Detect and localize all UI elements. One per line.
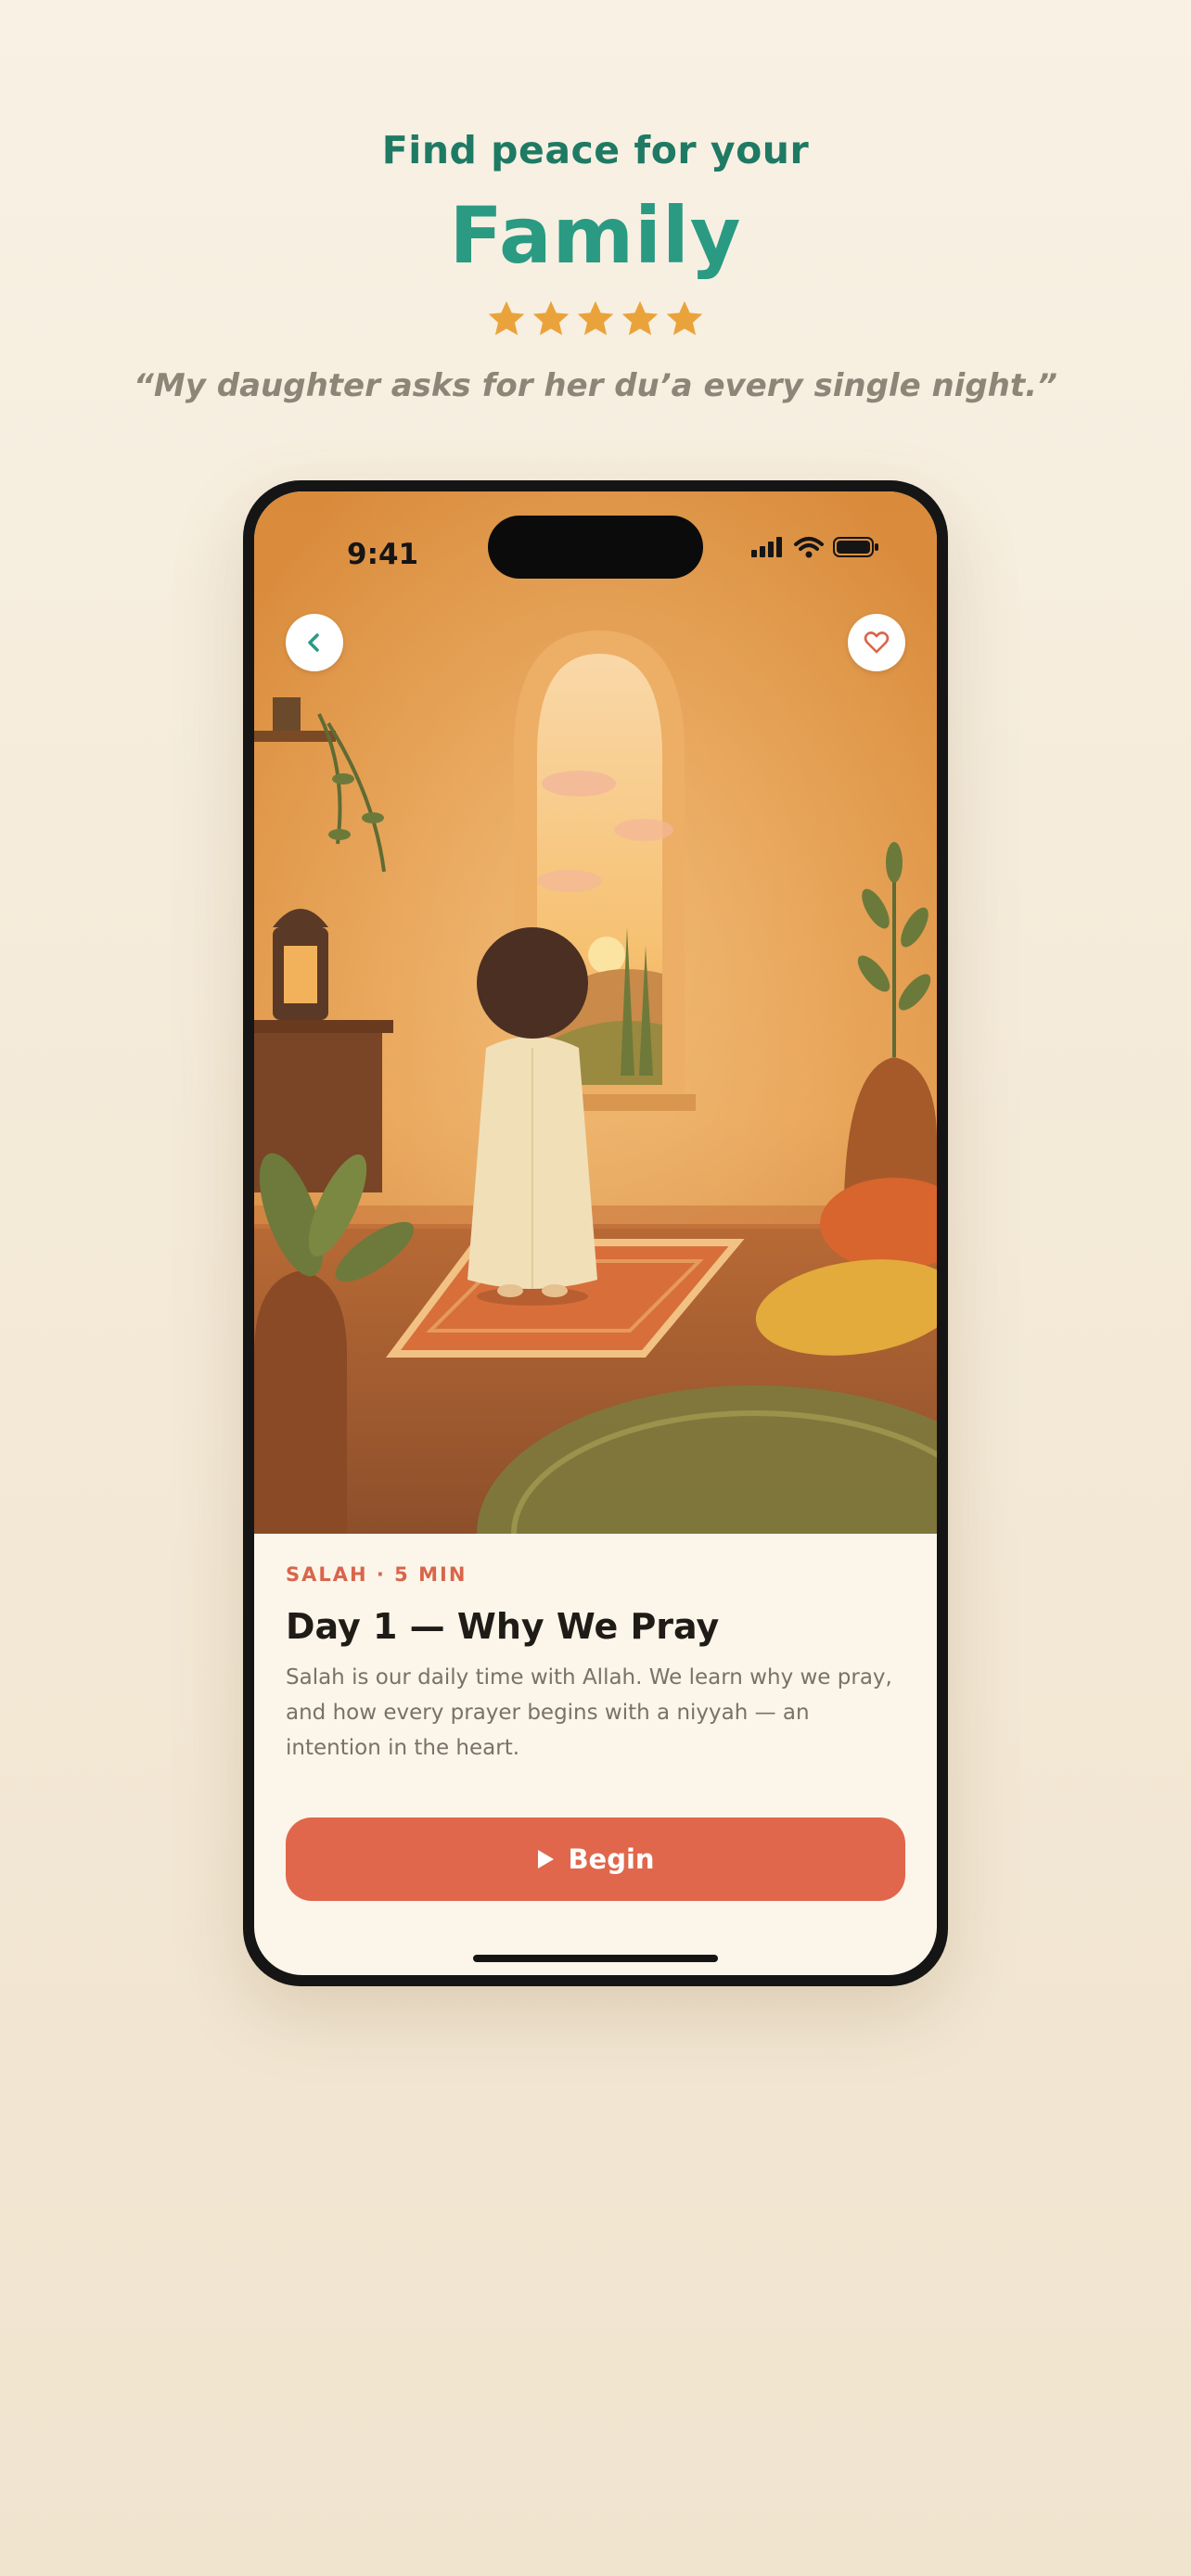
status-time: 9:41	[347, 538, 419, 571]
begin-button-label: Begin	[568, 1843, 655, 1875]
star-icon	[532, 300, 570, 336]
star-icon	[621, 300, 659, 336]
star-rating	[0, 299, 1191, 339]
wifi-icon	[794, 537, 824, 558]
favorite-button[interactable]	[848, 614, 905, 671]
star-icon	[577, 300, 614, 336]
status-icons	[751, 536, 879, 558]
lesson-category: SALAH · 5 MIN	[286, 1563, 467, 1586]
play-icon	[538, 1850, 555, 1868]
cellular-signal-icon	[751, 537, 782, 557]
headline-family: Family	[449, 190, 742, 281]
phone-frame: 9:41 SALAH · 5 MIN Day 1 — Why We Pray S…	[243, 480, 948, 1986]
back-button[interactable]	[286, 614, 343, 671]
battery-icon	[833, 537, 878, 557]
status-bar: 9:41	[254, 491, 937, 584]
begin-button[interactable]: Begin	[286, 1817, 905, 1901]
heart-icon	[864, 631, 890, 654]
home-indicator[interactable]	[473, 1955, 718, 1962]
phone-screen: 9:41 SALAH · 5 MIN Day 1 — Why We Pray S…	[254, 491, 937, 1975]
star-icon	[666, 300, 703, 336]
lesson-content: SALAH · 5 MIN Day 1 — Why We Pray Salah …	[286, 1563, 905, 1766]
lesson-description: Salah is our daily time with Allah. We l…	[286, 1665, 892, 1760]
star-icon	[488, 300, 525, 336]
chevron-left-icon	[308, 633, 319, 652]
headline-top: Find peace for your	[381, 128, 810, 172]
testimonial-quote: “My daughter asks for her du’a every sin…	[134, 367, 1057, 404]
prayer-illustration	[254, 491, 937, 1534]
lesson-title: Day 1 — Why We Pray	[286, 1606, 720, 1647]
dynamic-island	[488, 516, 703, 579]
